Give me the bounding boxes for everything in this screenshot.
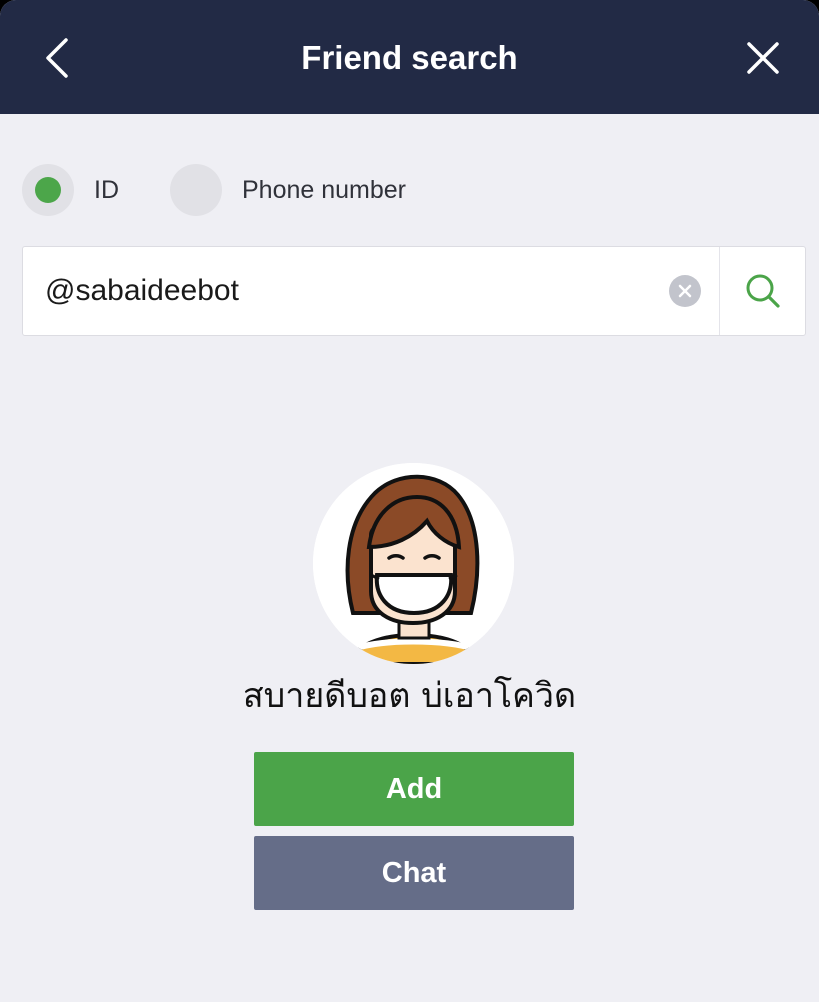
search-icon <box>746 274 780 308</box>
radio-option-id[interactable]: ID <box>22 164 119 216</box>
add-button[interactable]: Add <box>254 752 574 826</box>
close-icon <box>747 42 779 74</box>
avatar <box>313 463 514 664</box>
radio-selected-dot <box>35 177 61 203</box>
close-button[interactable] <box>733 28 793 88</box>
clear-button[interactable] <box>669 275 701 307</box>
profile-picture <box>313 463 514 664</box>
page-title: Friend search <box>301 39 518 76</box>
radio-button-phone-number[interactable] <box>170 164 222 216</box>
header-bar: Friend search <box>0 0 819 114</box>
friend-search-screen: Friend search ID Phone number @sabaideeb… <box>0 0 819 1002</box>
profile-name: สบายดีบอต บ่เอาโควิด <box>242 676 577 716</box>
radio-label-phone-number: Phone number <box>242 175 407 204</box>
search-input[interactable] <box>23 247 719 335</box>
search-button[interactable] <box>719 247 805 335</box>
radio-option-phone-number[interactable]: Phone number <box>170 164 406 216</box>
clear-icon <box>678 284 692 298</box>
radio-label-id: ID <box>94 175 119 204</box>
radio-button-id[interactable] <box>22 164 74 216</box>
search-box <box>22 246 806 336</box>
chat-button[interactable]: Chat <box>254 836 574 910</box>
